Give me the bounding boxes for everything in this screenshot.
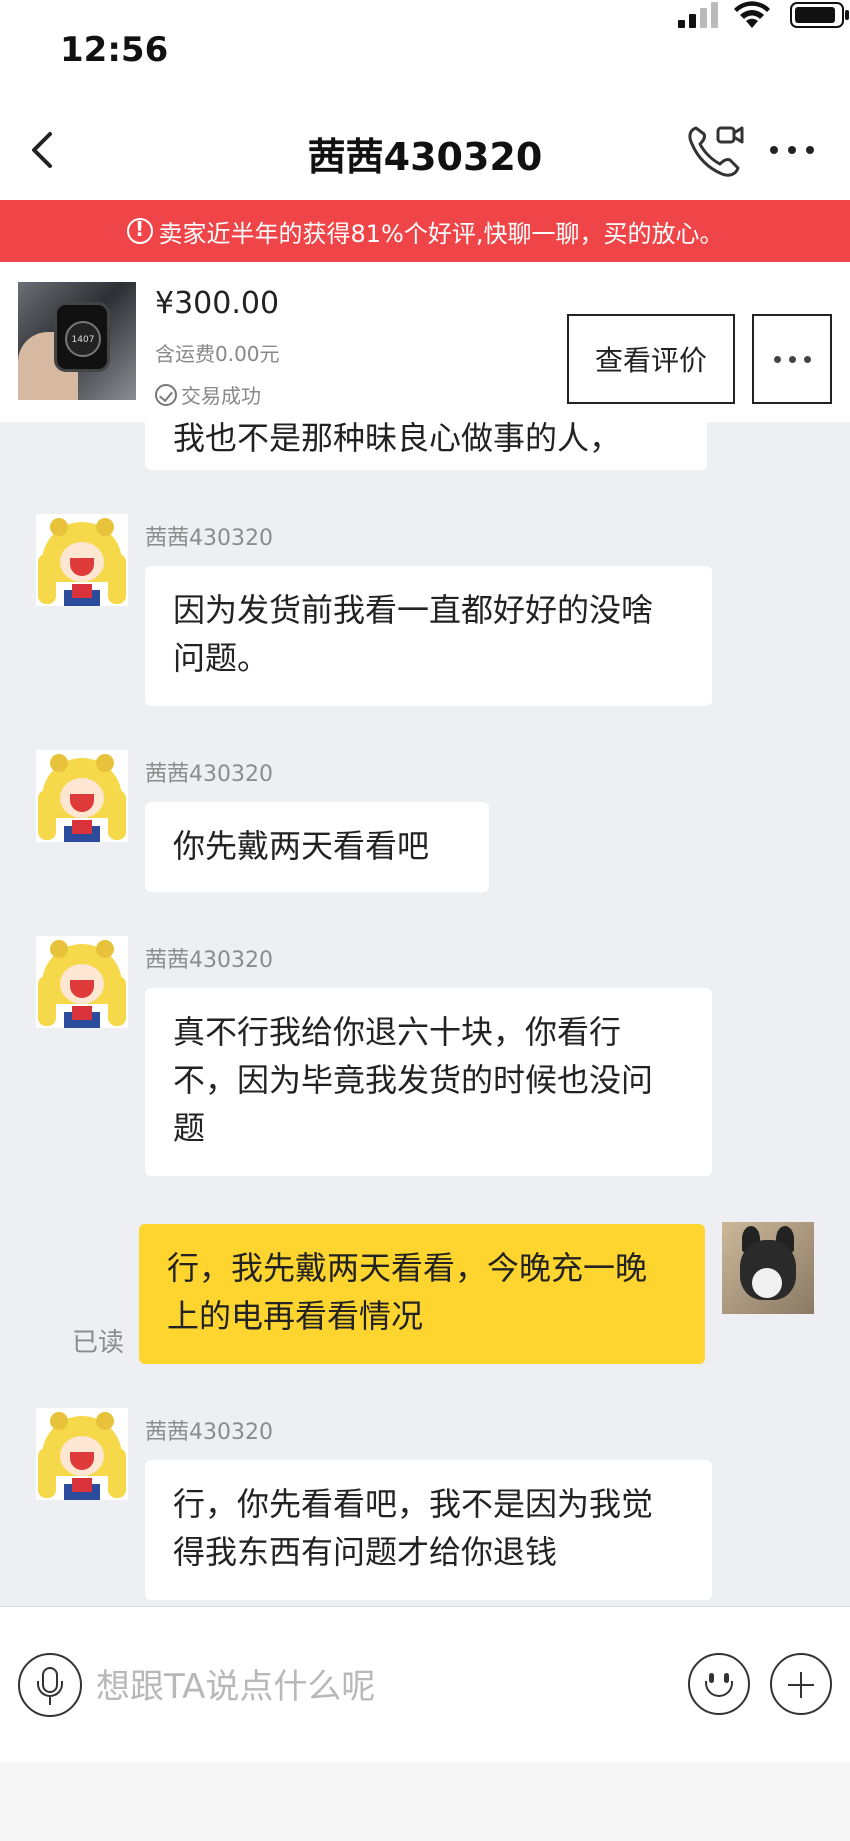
status-bar: 12:56	[0, 0, 850, 100]
smiley-icon	[705, 1681, 733, 1697]
message-bubble[interactable]: 因为发货前我看一直都好好的没啥问题。	[145, 566, 712, 706]
message-bubble-partial[interactable]: 我也不是那种昧良心做事的人，	[145, 422, 707, 470]
message-text: 因为发货前我看一直都好好的没啥问题。	[173, 591, 654, 677]
video-call-icon[interactable]	[686, 122, 744, 178]
sender-name: 茜茜430320	[145, 526, 273, 551]
my-message-bubble[interactable]: 行，我先戴两天看看，今晚充一晚上的电再看看情况	[139, 1224, 705, 1364]
info-icon	[126, 217, 153, 244]
partner-avatar[interactable]	[36, 936, 128, 1028]
add-attachment-button[interactable]	[770, 1653, 832, 1715]
sender-name: 茜茜430320	[145, 948, 273, 973]
battery-icon	[790, 2, 849, 28]
product-shipping: 含运费0.00元	[155, 342, 280, 366]
my-avatar[interactable]	[722, 1222, 814, 1314]
message-bubble[interactable]: 行，你先看看吧，我不是因为我觉得我东西有问题才给你退钱	[145, 1460, 712, 1600]
watch-face-text: 1407	[65, 321, 101, 357]
partner-avatar[interactable]	[36, 514, 128, 606]
transaction-status: 交易成功	[155, 380, 261, 409]
seller-rating-banner: 卖家近半年的获得81%个好评,快聊一聊，买的放心。	[0, 200, 850, 262]
more-options-icon[interactable]	[770, 140, 820, 160]
sender-name: 茜茜430320	[145, 1420, 273, 1445]
message-text: 我也不是那种昧良心做事的人，	[173, 422, 622, 457]
message-text: 真不行我给你退六十块，你看行不，因为毕竟我发货的时候也没问题	[173, 1013, 654, 1147]
product-price: ¥300.00	[155, 286, 280, 321]
partner-avatar[interactable]	[36, 1408, 128, 1500]
message-text: 行，我先戴两天看看，今晚充一晚上的电再看看情况	[167, 1249, 648, 1335]
wifi-icon	[734, 1, 770, 28]
sender-name: 茜茜430320	[145, 762, 273, 787]
banner-text: 卖家近半年的获得81%个好评,快聊一聊，买的放心。	[158, 219, 724, 248]
emoji-button[interactable]	[688, 1653, 750, 1715]
product-card: 1407 ¥300.00 含运费0.00元 交易成功 查看评价	[0, 262, 850, 422]
cellular-signal-icon	[678, 2, 718, 28]
status-time: 12:56	[60, 30, 169, 70]
check-circle-icon	[155, 383, 177, 406]
voice-input-button[interactable]	[18, 1653, 82, 1717]
bottom-safe-area	[0, 1762, 850, 1841]
view-reviews-button[interactable]: 查看评价	[567, 314, 735, 404]
chat-message-list[interactable]: 我也不是那种昧良心做事的人， 茜茜430320 因为发货前我看一直都好好的没啥问…	[0, 422, 850, 1606]
more-dots-icon	[773, 355, 811, 363]
transaction-status-label: 交易成功	[181, 384, 261, 408]
partner-avatar[interactable]	[36, 750, 128, 842]
message-input-bar	[0, 1606, 850, 1762]
chat-header: 茜茜430320	[0, 100, 850, 200]
plus-icon	[800, 1672, 802, 1698]
product-thumbnail[interactable]: 1407	[18, 282, 136, 400]
message-bubble[interactable]: 真不行我给你退六十块，你看行不，因为毕竟我发货的时候也没问题	[145, 988, 712, 1176]
thumbnail-watch: 1407	[54, 302, 110, 372]
message-bubble[interactable]: 你先戴两天看看吧	[145, 802, 489, 892]
product-more-button[interactable]	[752, 314, 832, 404]
read-receipt: 已读	[72, 1328, 125, 1358]
message-input[interactable]	[96, 1659, 656, 1715]
message-text: 行，你先看看吧，我不是因为我觉得我东西有问题才给你退钱	[173, 1485, 654, 1571]
message-text: 你先戴两天看看吧	[173, 827, 430, 865]
